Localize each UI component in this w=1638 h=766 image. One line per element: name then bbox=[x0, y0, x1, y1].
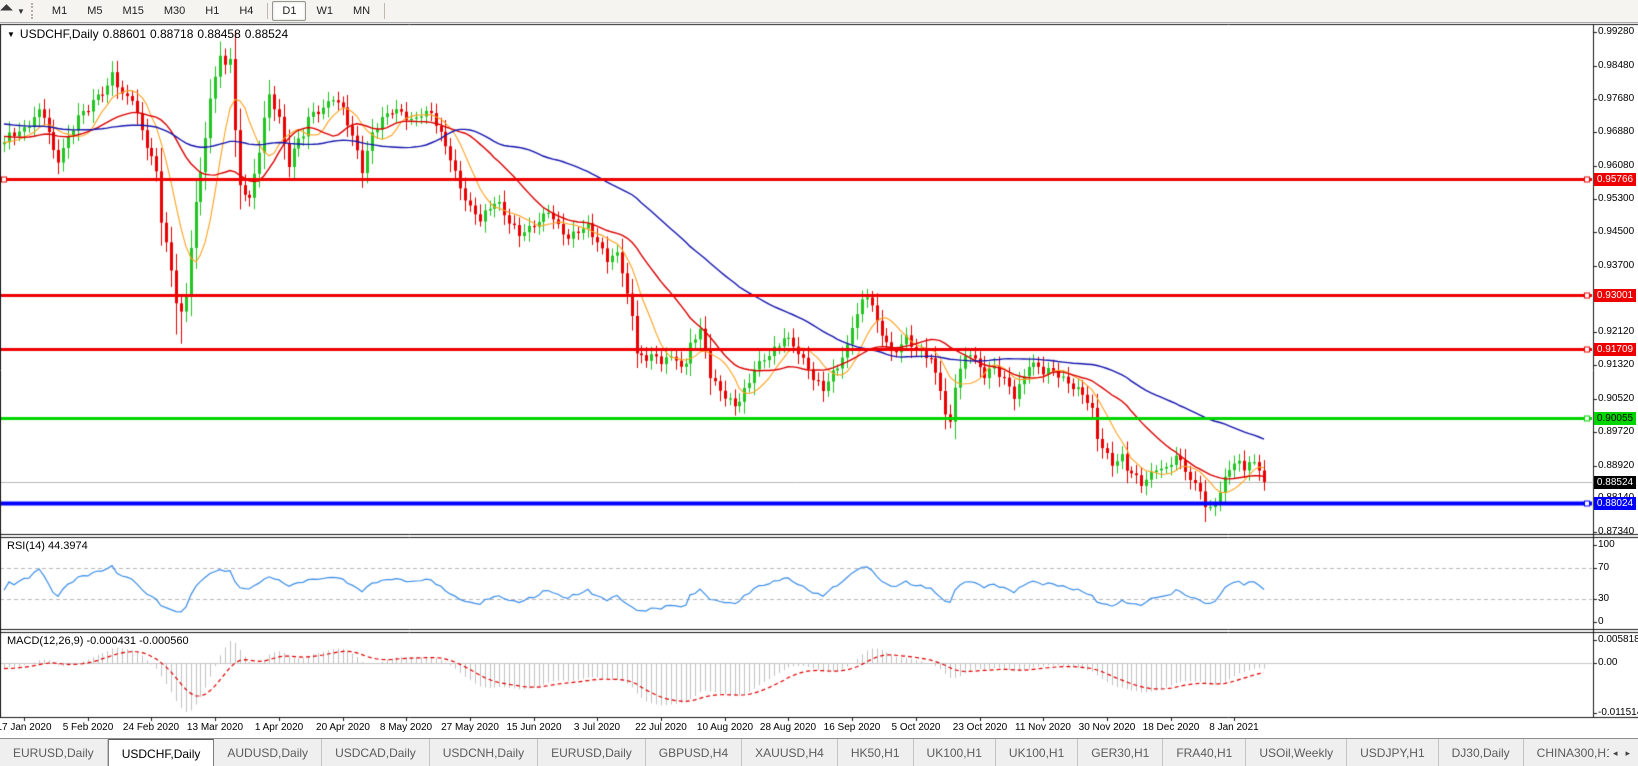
timeframe-button-m1[interactable]: M1 bbox=[42, 1, 77, 21]
chart-tab-eurusd-daily[interactable]: EURUSD,Daily bbox=[538, 739, 646, 766]
price-axis-label: 0.90520 bbox=[1598, 393, 1635, 404]
ohlc-close: 0.88524 bbox=[244, 27, 289, 41]
timeframe-toolbar: ▼ M1 M5 M15 M30 H1 H4 D1 W1 MN bbox=[0, 0, 1638, 23]
chart-tab-usdcnh-daily[interactable]: USDCNH,Daily bbox=[430, 739, 539, 766]
rsi-scale-label: 70 bbox=[1598, 562, 1610, 573]
date-axis-label: 11 Nov 2020 bbox=[1015, 722, 1071, 733]
price-tag-resistance-line: 0.93001 bbox=[1594, 289, 1636, 302]
chart-tab-audusd-daily[interactable]: AUDUSD,Daily bbox=[214, 739, 323, 766]
tab-scroll-left-icon[interactable]: ◂ bbox=[1613, 748, 1618, 759]
date-axis-label: 8 Jan 2021 bbox=[1209, 722, 1259, 733]
price-tag-resistance-line: 0.95766 bbox=[1594, 173, 1636, 186]
macd-scale-label: 0.005818 bbox=[1598, 634, 1638, 645]
price-tag-support-line: 0.90055 bbox=[1594, 412, 1636, 425]
date-axis-label: 5 Feb 2020 bbox=[62, 722, 114, 733]
price-axis-label: 0.96080 bbox=[1598, 160, 1635, 171]
price-tag-current-price: 0.88524 bbox=[1594, 476, 1636, 489]
chart-tab-hk50-h1[interactable]: HK50,H1 bbox=[838, 739, 914, 766]
chart-tab-gbpusd-h4[interactable]: GBPUSD,H4 bbox=[646, 739, 743, 766]
chart-title-dropdown-icon[interactable]: ▼ bbox=[7, 30, 15, 39]
date-axis-label: 22 Jul 2020 bbox=[635, 722, 687, 733]
price-axis-label: 0.92120 bbox=[1598, 326, 1635, 337]
date-axis-label: 3 Jul 2020 bbox=[573, 722, 621, 733]
price-axis-label: 0.99280 bbox=[1598, 26, 1635, 37]
price-axis-label: 0.87340 bbox=[1598, 526, 1635, 537]
timeframe-button-h4[interactable]: H4 bbox=[229, 1, 263, 21]
price-axis-label: 0.97680 bbox=[1598, 93, 1635, 104]
timeframe-button-d1[interactable]: D1 bbox=[272, 1, 307, 21]
date-axis-label: 20 Apr 2020 bbox=[316, 722, 370, 733]
ohlc-high: 0.88718 bbox=[150, 27, 194, 41]
date-axis-label: 28 Aug 2020 bbox=[759, 722, 817, 733]
macd-label: MACD(12,26,9) -0.000431 -0.000560 bbox=[7, 635, 189, 647]
macd-scale-label: 0.00 bbox=[1598, 657, 1618, 668]
date-axis-label: 13 Mar 2020 bbox=[186, 722, 244, 733]
mt4-chart-window: ▼ M1 M5 M15 M30 H1 H4 D1 W1 MN ▼ USDCHF,Daily 0.88… bbox=[0, 0, 1638, 766]
chart-title: ▼ USDCHF,Daily 0.88601 0.88718 0.88458 0.8852… bbox=[7, 27, 292, 41]
price-tag-resistance-line: 0.91709 bbox=[1594, 343, 1636, 356]
price-axis-label: 0.89720 bbox=[1598, 426, 1635, 437]
chart-tab-ger30-h1[interactable]: GER30,H1 bbox=[1078, 739, 1164, 766]
timeframe-button-w1[interactable]: W1 bbox=[306, 1, 343, 21]
price-axis-label: 0.98480 bbox=[1598, 60, 1635, 71]
date-axis-label: 18 Dec 2020 bbox=[1142, 722, 1200, 733]
timeframe-button-m5[interactable]: M5 bbox=[77, 1, 112, 21]
date-axis-label: 1 Apr 2020 bbox=[254, 722, 304, 733]
date-axis-label: 27 May 2020 bbox=[441, 722, 499, 733]
chart-tab-uk100-h1[interactable]: UK100,H1 bbox=[914, 739, 996, 766]
cursor-dropdown-icon[interactable]: ▼ bbox=[17, 7, 25, 16]
chart-tab-bar: EURUSD,Daily USDCHF,Daily AUDUSD,Daily USDC… bbox=[0, 738, 1638, 766]
chart-tab-usoil-weekly[interactable]: USOil,Weekly bbox=[1246, 739, 1348, 766]
price-tag-support-line: 0.88024 bbox=[1594, 497, 1636, 510]
chart-tab-dj30-daily[interactable]: DJ30,Daily bbox=[1439, 739, 1524, 766]
ohlc-low: 0.88458 bbox=[197, 27, 241, 41]
price-axis-label: 0.96880 bbox=[1598, 126, 1635, 137]
ohlc-open: 0.88601 bbox=[102, 27, 146, 41]
date-axis-label: 5 Oct 2020 bbox=[891, 722, 941, 733]
chart-cursor-icon[interactable] bbox=[1, 5, 14, 18]
chart-tab-fra40-h1[interactable]: FRA40,H1 bbox=[1163, 739, 1247, 766]
timeframe-button-h1[interactable]: H1 bbox=[195, 1, 229, 21]
macd-scale-label: -0.011514 bbox=[1598, 707, 1638, 718]
tab-scroll-right-icon[interactable]: ▸ bbox=[1625, 748, 1630, 759]
timeframe-button-mn[interactable]: MN bbox=[343, 1, 380, 21]
tab-scroll-arrows: ◂ ▸ bbox=[1608, 739, 1634, 766]
chart-tab-uk100-h1[interactable]: UK100,H1 bbox=[996, 739, 1079, 766]
price-chart-canvas[interactable] bbox=[0, 0, 1638, 766]
toolbar-separator bbox=[384, 3, 386, 19]
date-axis-label: 15 Jun 2020 bbox=[506, 722, 562, 733]
price-axis-label: 0.91320 bbox=[1598, 359, 1635, 370]
price-axis-label: 0.95300 bbox=[1598, 193, 1635, 204]
date-axis-label: 30 Nov 2020 bbox=[1078, 722, 1136, 733]
chart-tab-xauusd-h4[interactable]: XAUUSD,H4 bbox=[742, 739, 838, 766]
date-axis-label: 8 May 2020 bbox=[379, 722, 433, 733]
chart-tab-usdjpy-h1[interactable]: USDJPY,H1 bbox=[1347, 739, 1439, 766]
price-axis-label: 0.94500 bbox=[1598, 226, 1635, 237]
chart-tab-eurusd-daily[interactable]: EURUSD,Daily bbox=[0, 739, 108, 766]
rsi-scale-label: 0 bbox=[1598, 616, 1604, 627]
date-axis-label: 24 Feb 2020 bbox=[122, 722, 180, 733]
chart-tab-usdchf-daily[interactable]: USDCHF,Daily bbox=[107, 739, 215, 766]
price-axis-label: 0.93700 bbox=[1598, 260, 1635, 271]
date-axis-label: 16 Sep 2020 bbox=[823, 722, 881, 733]
date-axis-label: 23 Oct 2020 bbox=[952, 722, 1008, 733]
timeframe-buttons: M1 M5 M15 M30 H1 H4 D1 W1 MN bbox=[42, 1, 389, 21]
toolbar-separator bbox=[267, 3, 269, 19]
timeframe-button-m15[interactable]: M15 bbox=[112, 1, 153, 21]
rsi-scale-label: 30 bbox=[1598, 593, 1610, 604]
chart-tabs: EURUSD,Daily USDCHF,Daily AUDUSD,Daily USDC… bbox=[0, 739, 1638, 766]
chart-symbol-period: USDCHF,Daily bbox=[19, 27, 99, 41]
toolbar-grip[interactable] bbox=[30, 3, 36, 19]
date-axis-label: 17 Jan 2020 bbox=[0, 722, 52, 733]
rsi-label: RSI(14) 44.3974 bbox=[7, 540, 88, 552]
timeframe-button-m30[interactable]: M30 bbox=[154, 1, 195, 21]
chart-tab-usdcad-daily[interactable]: USDCAD,Daily bbox=[322, 739, 430, 766]
rsi-scale-label: 100 bbox=[1598, 539, 1615, 550]
date-axis-label: 10 Aug 2020 bbox=[696, 722, 754, 733]
price-axis-label: 0.88920 bbox=[1598, 460, 1635, 471]
